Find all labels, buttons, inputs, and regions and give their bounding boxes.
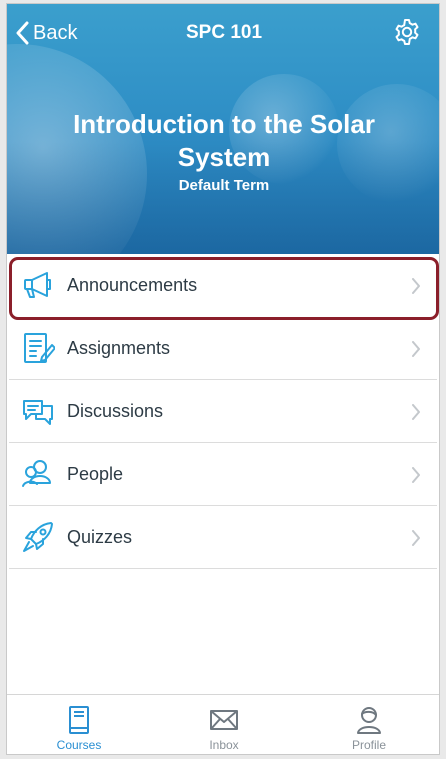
course-term: Default Term: [178, 177, 270, 194]
tab-profile[interactable]: Profile: [297, 695, 439, 754]
course-header: Back SPC 101 Introduction to the Solar S…: [7, 4, 439, 254]
course-code: SPC 101: [185, 22, 263, 43]
chevron-right-icon: [412, 278, 420, 294]
discussions-icon: [23, 400, 53, 425]
menu-item-label: Assignments: [67, 338, 171, 358]
chevron-right-icon: [412, 530, 420, 546]
tab-label: Inbox: [209, 738, 239, 752]
chevron-right-icon: [412, 467, 420, 483]
settings-button[interactable]: [393, 18, 421, 46]
book-icon: [69, 706, 89, 734]
menu-item-label: People: [67, 464, 124, 484]
course-menu: Announcements Assignments Discussions Pe…: [7, 254, 439, 569]
app-screen: Back SPC 101 Introduction to the Solar S…: [6, 3, 440, 755]
chevron-right-icon: [412, 404, 420, 420]
course-title: Introduction to the Solar System: [73, 109, 375, 172]
envelope-icon: [210, 710, 238, 730]
tab-bar: Courses Inbox Profile: [7, 694, 439, 754]
rocket-icon: [23, 522, 53, 552]
menu-item-announcements[interactable]: Announcements: [7, 254, 439, 320]
menu-item-label: Quizzes: [67, 527, 133, 547]
chevron-right-icon: [412, 341, 420, 357]
menu-item-quizzes[interactable]: Quizzes: [7, 506, 439, 569]
assignment-icon: [24, 333, 55, 363]
tab-label: Profile: [351, 738, 386, 752]
gear-icon: [395, 19, 419, 45]
menu-item-label: Discussions: [67, 401, 164, 421]
menu-item-label: Announcements: [67, 275, 198, 295]
megaphone-icon: [24, 272, 51, 298]
tab-label: Courses: [56, 738, 102, 752]
people-icon: [22, 460, 51, 487]
menu-item-discussions[interactable]: Discussions: [7, 380, 439, 443]
tab-courses[interactable]: Courses: [7, 695, 151, 754]
tab-inbox[interactable]: Inbox: [152, 695, 296, 754]
menu-item-assignments[interactable]: Assignments: [7, 317, 439, 380]
profile-icon: [357, 707, 381, 734]
menu-item-people[interactable]: People: [7, 443, 439, 506]
